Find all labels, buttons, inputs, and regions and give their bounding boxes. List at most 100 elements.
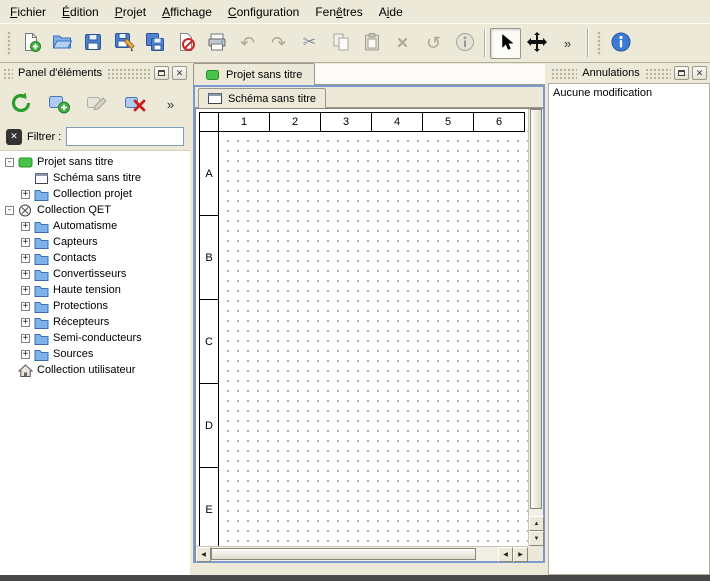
expand-icon[interactable]: + — [21, 286, 30, 295]
scroll-up-button[interactable]: ▲ — [529, 516, 544, 531]
delete-button[interactable]: ✕ — [387, 28, 418, 59]
horizontal-scrollbar[interactable]: ◀ ◀ ▶ — [196, 546, 528, 561]
dock-drag-handle[interactable] — [3, 68, 13, 79]
panel-overflow-button[interactable]: » — [156, 88, 189, 121]
open-project-button[interactable] — [46, 28, 77, 59]
save-all-icon — [144, 31, 166, 56]
paste-button[interactable] — [356, 28, 387, 59]
undo-button[interactable]: ↶ — [232, 28, 263, 59]
expand-icon[interactable]: + — [21, 350, 30, 359]
close-file-button[interactable] — [170, 28, 201, 59]
expand-icon[interactable]: + — [21, 222, 30, 231]
expand-icon[interactable]: + — [21, 334, 30, 343]
select-mode-button[interactable] — [490, 28, 521, 59]
tree-item-automatisme[interactable]: + Automatisme — [0, 218, 190, 234]
expand-icon[interactable]: + — [21, 270, 30, 279]
panel-float-button[interactable] — [154, 66, 169, 80]
expand-icon[interactable]: + — [21, 238, 30, 247]
tree-item-haute-tension[interactable]: + Haute tension — [0, 282, 190, 298]
filter-input[interactable] — [66, 127, 184, 146]
tree-item-capteurs[interactable]: + Capteurs — [0, 234, 190, 250]
scroll-right-button[interactable]: ▶ — [513, 547, 528, 562]
arrow-up-icon: ▲ — [534, 521, 540, 527]
tree-item-schema[interactable]: Schéma sans titre — [0, 170, 190, 186]
tree-item-convertisseurs[interactable]: + Convertisseurs — [0, 266, 190, 282]
save-as-button[interactable] — [108, 28, 139, 59]
tree-item-contacts[interactable]: + Contacts — [0, 250, 190, 266]
expand-icon[interactable]: + — [21, 302, 30, 311]
tab-bar-filler — [315, 64, 545, 85]
menu-fichier[interactable]: Fichier — [2, 2, 54, 22]
new-project-button[interactable] — [15, 28, 46, 59]
info-button[interactable] — [449, 28, 480, 59]
undo-float-button[interactable] — [674, 66, 689, 80]
redo-button[interactable]: ↷ — [263, 28, 294, 59]
project-icon — [18, 156, 33, 169]
diagram-column-headers: 1 2 3 4 5 6 — [199, 112, 528, 132]
diagram-scroll-area[interactable]: 1 2 3 4 5 6 A B C D E — [196, 109, 528, 546]
collapse-icon[interactable]: - — [5, 158, 14, 167]
tree-item-recepteurs[interactable]: + Récepteurs — [0, 314, 190, 330]
undo-history-list[interactable]: Aucune modification — [548, 83, 710, 575]
about-button[interactable] — [605, 28, 636, 59]
row-header: C — [199, 299, 219, 384]
menu-aide[interactable]: Aide — [371, 2, 411, 22]
diagram-canvas[interactable] — [218, 131, 528, 546]
undo-dock-titlebar[interactable]: Annulations ✕ — [548, 63, 710, 83]
reload-collections-button[interactable] — [4, 88, 37, 121]
clear-filter-button[interactable]: ✕ — [6, 129, 22, 145]
expand-icon[interactable]: + — [21, 190, 30, 199]
tree-item-sources[interactable]: + Sources — [0, 346, 190, 362]
folder-icon — [34, 316, 49, 329]
cut-button[interactable]: ✂ — [294, 28, 325, 59]
vertical-scrollbar-track[interactable] — [529, 509, 543, 516]
menu-configuration[interactable]: Configuration — [220, 2, 307, 22]
elements-panel-dock: Panel d'éléments ✕ » ✕ Filtrer : - Proje… — [0, 63, 190, 575]
tree-item-collection-projet[interactable]: + Collection projet — [0, 186, 190, 202]
tab-projet-sans-titre[interactable]: Projet sans titre — [193, 63, 315, 85]
collapse-icon[interactable]: - — [5, 206, 14, 215]
paste-icon — [361, 31, 383, 56]
delete-element-button[interactable] — [118, 88, 151, 121]
dock-drag-handle[interactable] — [645, 68, 671, 79]
tree-item-project[interactable]: - Projet sans titre — [0, 154, 190, 170]
move-mode-button[interactable] — [521, 28, 552, 59]
vertical-scrollbar[interactable]: ▲ ▼ — [528, 109, 543, 546]
dock-drag-handle[interactable] — [551, 68, 577, 79]
elements-panel-titlebar[interactable]: Panel d'éléments ✕ — [0, 63, 190, 83]
scroll-left-button-2[interactable]: ◀ — [498, 547, 513, 562]
toolbar-overflow-button[interactable]: » — [552, 28, 583, 59]
vertical-scrollbar-thumb[interactable] — [530, 109, 542, 509]
scroll-down-button[interactable]: ▼ — [529, 531, 544, 546]
diagram-paper: 1 2 3 4 5 6 A B C D E — [199, 112, 528, 546]
dock-drag-handle[interactable] — [107, 68, 151, 79]
save-all-button[interactable] — [139, 28, 170, 59]
menu-edition[interactable]: Édition — [54, 2, 107, 22]
new-element-button[interactable] — [42, 88, 75, 121]
tree-item-protections[interactable]: + Protections — [0, 298, 190, 314]
info-icon — [454, 31, 476, 56]
scroll-left-button[interactable]: ◀ — [196, 547, 211, 562]
menu-fenetres[interactable]: Fenêtres — [307, 2, 370, 22]
panel-close-button[interactable]: ✕ — [172, 66, 187, 80]
menu-affichage[interactable]: Affichage — [154, 2, 220, 22]
horizontal-scrollbar-track[interactable] — [476, 547, 498, 561]
tree-item-semi-conducteurs[interactable]: + Semi-conducteurs — [0, 330, 190, 346]
tree-item-collection-qet[interactable]: - Collection QET — [0, 202, 190, 218]
copy-button[interactable] — [325, 28, 356, 59]
print-button[interactable] — [201, 28, 232, 59]
elements-tree[interactable]: - Projet sans titre Schéma sans titre + … — [0, 150, 190, 575]
rotate-button[interactable]: ↺ — [418, 28, 449, 59]
menu-projet[interactable]: Projet — [107, 2, 154, 22]
undo-close-button[interactable]: ✕ — [692, 66, 707, 80]
tab-schema-sans-titre[interactable]: Schéma sans titre — [198, 88, 326, 108]
toolbar-drag-handle[interactable] — [596, 30, 602, 56]
toolbar-separator — [484, 29, 486, 57]
toolbar-drag-handle[interactable] — [6, 30, 12, 56]
tree-item-collection-utilisateur[interactable]: Collection utilisateur — [0, 362, 190, 378]
expand-icon[interactable]: + — [21, 254, 30, 263]
save-button[interactable] — [77, 28, 108, 59]
expand-icon[interactable]: + — [21, 318, 30, 327]
edit-element-button[interactable] — [80, 88, 113, 121]
horizontal-scrollbar-thumb[interactable] — [211, 548, 476, 560]
